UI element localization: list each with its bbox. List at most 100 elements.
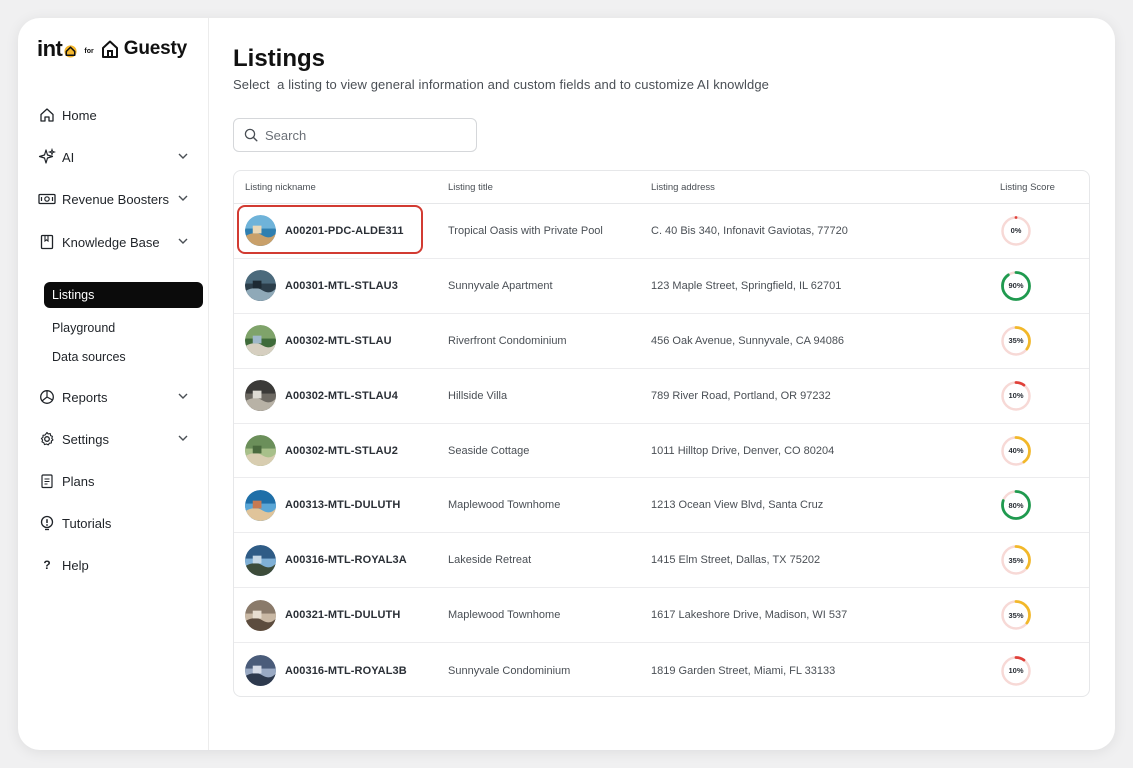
sidebar-item-label: Help bbox=[62, 557, 89, 573]
column-header-nickname[interactable]: Listing nickname bbox=[245, 182, 316, 193]
cell-address: C. 40 Bis 340, Infonavit Gaviotas, 77720 bbox=[651, 224, 848, 237]
sidebar-item-reports[interactable]: Reports bbox=[38, 384, 188, 410]
guesty-wordmark: Guesty bbox=[123, 38, 187, 59]
listing-nickname[interactable]: A00302-MTL-STLAU2 bbox=[285, 445, 398, 457]
cell-nickname: A00316-MTL-ROYAL3A bbox=[245, 533, 407, 587]
main-content: Listings Select a listing to view genera… bbox=[233, 18, 1115, 750]
listing-nickname[interactable]: A00316-MTL-ROYAL3A bbox=[285, 554, 407, 566]
cell-title: Maplewood Townhome bbox=[448, 499, 561, 512]
sidebar-subitem-playground[interactable]: Playground bbox=[44, 315, 203, 341]
sidebar-item-label: Tutorials bbox=[62, 515, 112, 531]
home-icon bbox=[38, 106, 56, 124]
cell-score: 90% bbox=[1000, 259, 1032, 313]
cell-nickname: A00201-PDC-ALDE311 bbox=[245, 204, 404, 258]
pie-chart-icon bbox=[38, 388, 56, 406]
cell-nickname: A00302-MTL-STLAU bbox=[245, 314, 392, 368]
table-body: A00201-PDC-ALDE311 Tropical Oasis with P… bbox=[234, 204, 1089, 696]
listing-nickname[interactable]: A00201-PDC-ALDE311 bbox=[285, 225, 404, 237]
listing-nickname[interactable]: A00321-MTL-DULUTH bbox=[285, 609, 400, 621]
sidebar-item-home[interactable]: Home bbox=[38, 102, 188, 128]
table-row[interactable]: A00302-MTL-STLAU2 Seaside Cottage 1011 H… bbox=[234, 424, 1089, 479]
cell-nickname: A00321-MTL-DULUTH bbox=[245, 588, 400, 642]
cell-address: 789 River Road, Portland, OR 97232 bbox=[651, 389, 831, 402]
score-ring: 80% bbox=[1000, 489, 1032, 521]
sidebar-item-label: Home bbox=[62, 107, 97, 123]
sidebar-item-revenue-boosters[interactable]: Revenue Boosters bbox=[38, 186, 188, 212]
score-label: 0% bbox=[1010, 226, 1022, 236]
into-logo: int bbox=[37, 36, 78, 62]
score-label: 10% bbox=[1008, 391, 1024, 401]
listing-nickname[interactable]: A00316-MTL-ROYAL3B bbox=[285, 665, 407, 677]
table-row[interactable]: A00316-MTL-ROYAL3A Lakeside Retreat 1415… bbox=[234, 533, 1089, 589]
listing-nickname[interactable]: A00313-MTL-DULUTH bbox=[285, 499, 400, 511]
cash-icon bbox=[38, 190, 56, 208]
cell-title: Sunnyvale Apartment bbox=[448, 279, 553, 292]
cell-title: Lakeside Retreat bbox=[448, 554, 532, 567]
score-label: 10% bbox=[1008, 666, 1024, 676]
column-header-address[interactable]: Listing address bbox=[651, 182, 715, 193]
cell-title: Maplewood Townhome bbox=[448, 609, 561, 622]
cell-address: 1415 Elm Street, Dallas, TX 75202 bbox=[651, 554, 821, 567]
sidebar-item-label: AI bbox=[62, 149, 75, 165]
chevron-down-icon[interactable] bbox=[176, 149, 190, 163]
sidebar-item-label: Knowledge Base bbox=[62, 234, 160, 250]
table-row[interactable]: A00302-MTL-STLAU4 Hillside Villa 789 Riv… bbox=[234, 369, 1089, 424]
score-ring: 40% bbox=[1000, 435, 1032, 467]
sidebar-subitem-listings[interactable]: Listings bbox=[44, 282, 203, 308]
cell-score: 40% bbox=[1000, 424, 1032, 478]
cell-nickname: A00302-MTL-STLAU2 bbox=[245, 424, 398, 478]
score-ring: 90% bbox=[1000, 270, 1032, 302]
sidebar-item-label: Reports bbox=[62, 389, 108, 405]
cell-score: 35% bbox=[1000, 314, 1032, 368]
sidebar-subitem-data-sources[interactable]: Data sources bbox=[44, 344, 203, 370]
sidebar-item-ai[interactable]: AI bbox=[38, 144, 188, 170]
search-box[interactable] bbox=[233, 118, 477, 152]
cell-address: 1011 Hilltop Drive, Denver, CO 80204 bbox=[651, 444, 835, 457]
listing-thumbnail bbox=[245, 270, 276, 302]
sidebar-subitem-label: Listings bbox=[52, 288, 95, 302]
sidebar-item-help[interactable]: ? Help bbox=[38, 552, 188, 578]
sidebar-item-knowledge-base[interactable]: Knowledge Base bbox=[38, 229, 188, 255]
cell-address: 1819 Garden Street, Miami, FL 33133 bbox=[651, 664, 836, 677]
listing-thumbnail bbox=[245, 544, 276, 576]
search-input[interactable] bbox=[265, 127, 465, 143]
table-row[interactable]: A00301-MTL-STLAU3 Sunnyvale Apartment 12… bbox=[234, 259, 1089, 314]
table-row[interactable]: A00321-MTL-DULUTH Maplewood Townhome 161… bbox=[234, 588, 1089, 644]
chevron-down-icon[interactable] bbox=[176, 389, 190, 403]
score-label: 35% bbox=[1008, 610, 1024, 620]
clipboard-icon bbox=[38, 472, 56, 490]
listing-thumbnail bbox=[245, 325, 276, 357]
table-header: Listing nickname Listing title Listing a… bbox=[234, 171, 1089, 204]
page-subtitle: Select a listing to view general informa… bbox=[233, 77, 769, 92]
brand-logo[interactable]: int for Guesty bbox=[37, 36, 187, 62]
cell-title: Sunnyvale Condominium bbox=[448, 664, 571, 677]
chevron-down-icon[interactable] bbox=[176, 234, 190, 248]
sidebar-item-plans[interactable]: Plans bbox=[38, 468, 188, 494]
sidebar-item-settings[interactable]: Settings bbox=[38, 426, 188, 452]
chevron-down-icon[interactable] bbox=[176, 191, 190, 205]
gear-icon bbox=[38, 430, 56, 448]
cell-address: 123 Maple Street, Springfield, IL 62701 bbox=[651, 279, 842, 292]
cell-title: Riverfront Condominium bbox=[448, 334, 567, 347]
chevron-down-icon[interactable] bbox=[176, 431, 190, 445]
listing-nickname[interactable]: A00302-MTL-STLAU bbox=[285, 335, 392, 347]
table-row[interactable]: A00201-PDC-ALDE311 Tropical Oasis with P… bbox=[234, 204, 1089, 259]
house-o-icon bbox=[64, 44, 77, 58]
lightbulb-icon bbox=[38, 514, 56, 532]
listing-thumbnail bbox=[245, 655, 276, 687]
table-row[interactable]: A00313-MTL-DULUTH Maplewood Townhome 121… bbox=[234, 478, 1089, 534]
listing-thumbnail bbox=[245, 380, 276, 412]
score-ring: 35% bbox=[1000, 544, 1032, 576]
score-ring: 10% bbox=[1000, 655, 1032, 687]
sidebar-item-tutorials[interactable]: Tutorials bbox=[38, 510, 188, 536]
listing-nickname[interactable]: A00301-MTL-STLAU3 bbox=[285, 280, 398, 292]
column-header-title[interactable]: Listing title bbox=[448, 182, 493, 193]
listing-thumbnail bbox=[245, 599, 276, 631]
listing-nickname[interactable]: A00302-MTL-STLAU4 bbox=[285, 390, 398, 402]
table-row[interactable]: A00316-MTL-ROYAL3B Sunnyvale Condominium… bbox=[234, 643, 1089, 696]
cell-score: 0% bbox=[1000, 204, 1032, 258]
column-header-score[interactable]: Listing Score bbox=[1000, 182, 1055, 193]
cell-title: Hillside Villa bbox=[448, 389, 508, 402]
app-window: int for Guesty Home AI Revenue Boosters … bbox=[18, 18, 1115, 750]
table-row[interactable]: A00302-MTL-STLAU Riverfront Condominium … bbox=[234, 314, 1089, 369]
